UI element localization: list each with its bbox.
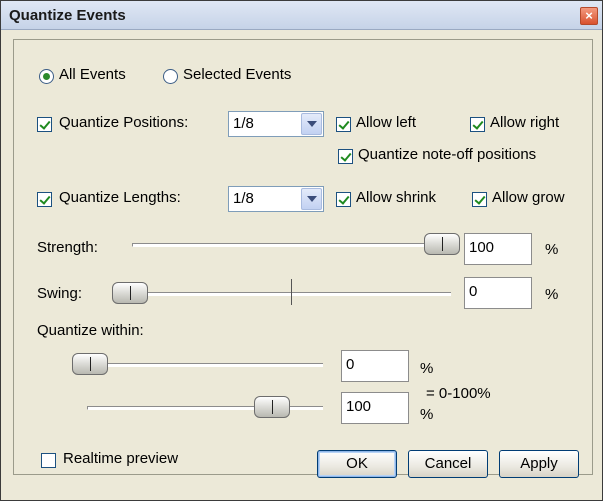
positions-grid-value: 1/8 — [233, 115, 254, 132]
within-range-text: = 0-100% — [426, 385, 491, 402]
strength-slider-thumb[interactable] — [424, 233, 460, 255]
within-max-input[interactable]: 100 — [341, 392, 409, 424]
all-events-radio[interactable] — [39, 69, 54, 84]
allow-right-checkbox[interactable] — [470, 117, 485, 132]
quantize-note-off-checkbox[interactable] — [338, 149, 353, 164]
quantize-lengths-label[interactable]: Quantize Lengths: — [59, 189, 181, 206]
within-min-input[interactable]: 0 — [341, 350, 409, 382]
allow-shrink-label[interactable]: Allow shrink — [356, 189, 436, 206]
within-min-slider-thumb[interactable] — [72, 353, 108, 375]
selected-events-label[interactable]: Selected Events — [183, 66, 291, 83]
quantize-within-label: Quantize within: — [37, 322, 144, 339]
chevron-down-icon[interactable] — [301, 188, 322, 210]
within-max-unit: % — [420, 406, 434, 423]
ok-button[interactable]: OK — [317, 450, 397, 478]
title-bar[interactable]: Quantize Events × — [1, 1, 602, 30]
lengths-grid-select[interactable]: 1/8 — [228, 186, 324, 212]
quantize-note-off-label[interactable]: Quantize note-off positions — [358, 146, 536, 163]
all-events-label[interactable]: All Events — [59, 66, 126, 83]
close-icon[interactable]: × — [580, 7, 598, 25]
strength-value: 100 — [469, 239, 495, 256]
swing-input[interactable]: 0 — [464, 277, 532, 309]
within-min-value: 0 — [346, 356, 355, 373]
quantize-panel: All Events Selected Events Quantize Posi… — [13, 39, 593, 478]
swing-value: 0 — [469, 283, 478, 300]
swing-slider-thumb[interactable] — [112, 282, 148, 304]
within-max-value: 100 — [346, 398, 372, 415]
within-max-slider-thumb[interactable] — [254, 396, 290, 418]
allow-right-label[interactable]: Allow right — [490, 114, 559, 131]
positions-grid-select[interactable]: 1/8 — [228, 111, 324, 137]
apply-button[interactable]: Apply — [499, 450, 579, 478]
allow-left-label[interactable]: Allow left — [356, 114, 416, 131]
swing-center-tick — [291, 279, 292, 305]
quantize-events-dialog: Quantize Events × All Events Selected Ev… — [0, 0, 603, 501]
cancel-button[interactable]: Cancel — [408, 450, 488, 478]
allow-left-checkbox[interactable] — [336, 117, 351, 132]
swing-unit: % — [545, 286, 559, 303]
within-min-unit: % — [420, 360, 434, 377]
strength-slider-track[interactable] — [132, 243, 460, 247]
strength-label: Strength: — [37, 239, 98, 256]
quantize-positions-checkbox[interactable] — [37, 117, 52, 132]
chevron-down-icon[interactable] — [301, 113, 322, 135]
allow-grow-checkbox[interactable] — [472, 192, 487, 207]
realtime-preview-label[interactable]: Realtime preview — [63, 450, 178, 467]
allow-shrink-checkbox[interactable] — [336, 192, 351, 207]
strength-input[interactable]: 100 — [464, 233, 532, 265]
selected-events-radio[interactable] — [163, 69, 178, 84]
allow-grow-label[interactable]: Allow grow — [492, 189, 565, 206]
swing-slider-track[interactable] — [127, 292, 451, 296]
lengths-grid-value: 1/8 — [233, 190, 254, 207]
realtime-preview-checkbox[interactable] — [41, 453, 56, 468]
strength-unit: % — [545, 241, 559, 258]
swing-label: Swing: — [37, 285, 83, 302]
quantize-positions-label[interactable]: Quantize Positions: — [59, 114, 188, 131]
quantize-lengths-checkbox[interactable] — [37, 192, 52, 207]
within-min-slider-track[interactable] — [87, 363, 323, 367]
window-title: Quantize Events — [9, 7, 126, 24]
